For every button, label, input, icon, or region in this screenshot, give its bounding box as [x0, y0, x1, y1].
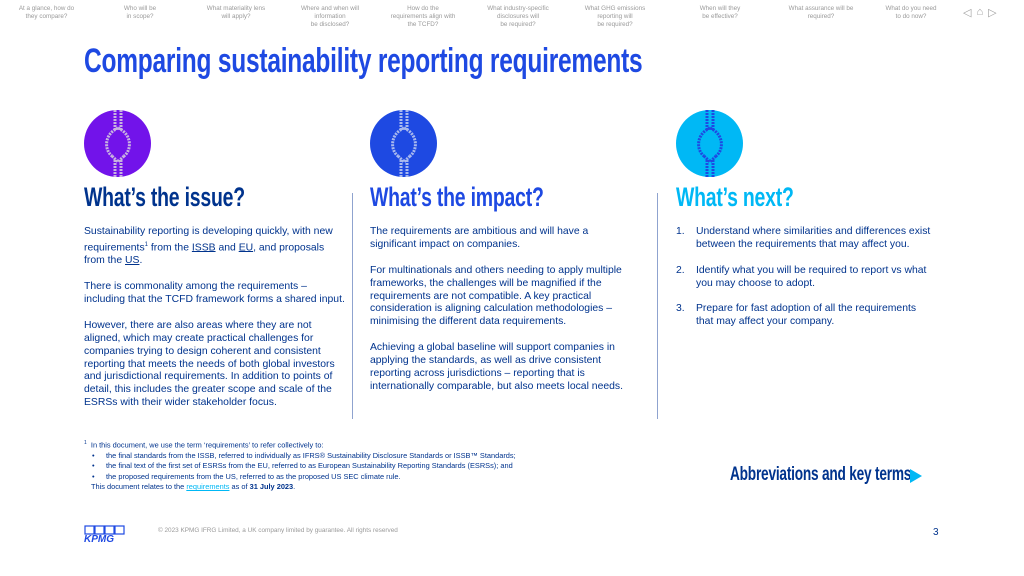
next-step-item: 1. Understand where similarities and diff…	[676, 226, 931, 250]
impact-heading: What’s the impact?	[370, 182, 544, 212]
issue-heading: What’s the issue?	[84, 182, 245, 212]
footnote: 1 In this document, we use the term ‘req…	[84, 440, 516, 492]
requirements-link[interactable]: requirements	[186, 482, 229, 491]
nav-ghg[interactable]: What GHG emissions reporting will be req…	[575, 5, 655, 29]
copyright: © 2023 KPMG IFRG Limited, a UK company l…	[158, 527, 398, 534]
issue-column: Sustainability reporting is developing q…	[84, 226, 346, 423]
issue-paragraph: However, there are also areas where they…	[84, 319, 335, 409]
impact-paragraph: For multinationals and others needing to…	[370, 264, 622, 328]
knot-icon-issue	[84, 110, 151, 177]
play-arrow-icon[interactable]	[910, 469, 922, 483]
column-divider	[352, 193, 353, 419]
impact-paragraph: The requirements are ambitious and will …	[370, 226, 589, 250]
next-column: 1. Understand where similarities and diff…	[676, 226, 931, 342]
nav-where-when[interactable]: Where and when will information be discl…	[290, 5, 370, 29]
kpmg-logo: KPMG	[84, 525, 126, 548]
next-heading: What’s next?	[676, 182, 794, 212]
issue-paragraph: There is commonality among the requireme…	[84, 281, 345, 305]
page-title: Comparing sustainability reporting requi…	[84, 42, 643, 80]
svg-text:KPMG: KPMG	[84, 534, 114, 543]
issue-paragraph: Sustainability reporting is developing q…	[84, 226, 333, 267]
page-number: 3	[933, 527, 939, 538]
nav-scope[interactable]: Who will be in scope?	[110, 5, 170, 21]
nav-at-a-glance[interactable]: At a glance, how do they compare?	[14, 5, 79, 21]
nav-assurance[interactable]: What assurance will be required?	[780, 5, 862, 21]
nav-industry[interactable]: What industry-specific disclosures will …	[478, 5, 558, 29]
nav-tcfd[interactable]: How do the requirements align with the T…	[378, 5, 468, 29]
previous-icon[interactable]: ◁	[963, 6, 971, 19]
footnote-bullet: • the proposed requirements from the US, …	[92, 471, 401, 481]
nav-effective[interactable]: When will they be effective?	[685, 5, 755, 21]
next-step-item: 3. Prepare for fast adoption of all the r…	[676, 303, 917, 328]
footnote-bullet: • the final text of the first set of ESRS…	[92, 461, 513, 471]
abbreviations-link[interactable]: Abbreviations and key terms	[730, 464, 982, 486]
home-icon[interactable]: ⌂	[976, 6, 983, 19]
knot-icon-next	[676, 110, 743, 177]
knot-icon-impact	[370, 110, 437, 177]
issb-link[interactable]: ISSB	[192, 242, 216, 253]
next-icon[interactable]: ▷	[988, 6, 996, 19]
footnote-bullet: • the final standards from the ISSB, refe…	[92, 450, 516, 460]
column-divider	[657, 193, 658, 419]
eu-link[interactable]: EU	[239, 242, 253, 253]
us-link[interactable]: US	[125, 255, 139, 266]
nav-materiality[interactable]: What materiality lens will apply?	[196, 5, 276, 21]
impact-paragraph: Achieving a global baseline will support…	[370, 342, 623, 392]
impact-column: The requirements are ambitious and will …	[370, 226, 632, 407]
next-step-item: 2. Identify what you will be required to …	[676, 264, 927, 289]
nav-do-now[interactable]: What do you need to do now?	[876, 5, 946, 21]
